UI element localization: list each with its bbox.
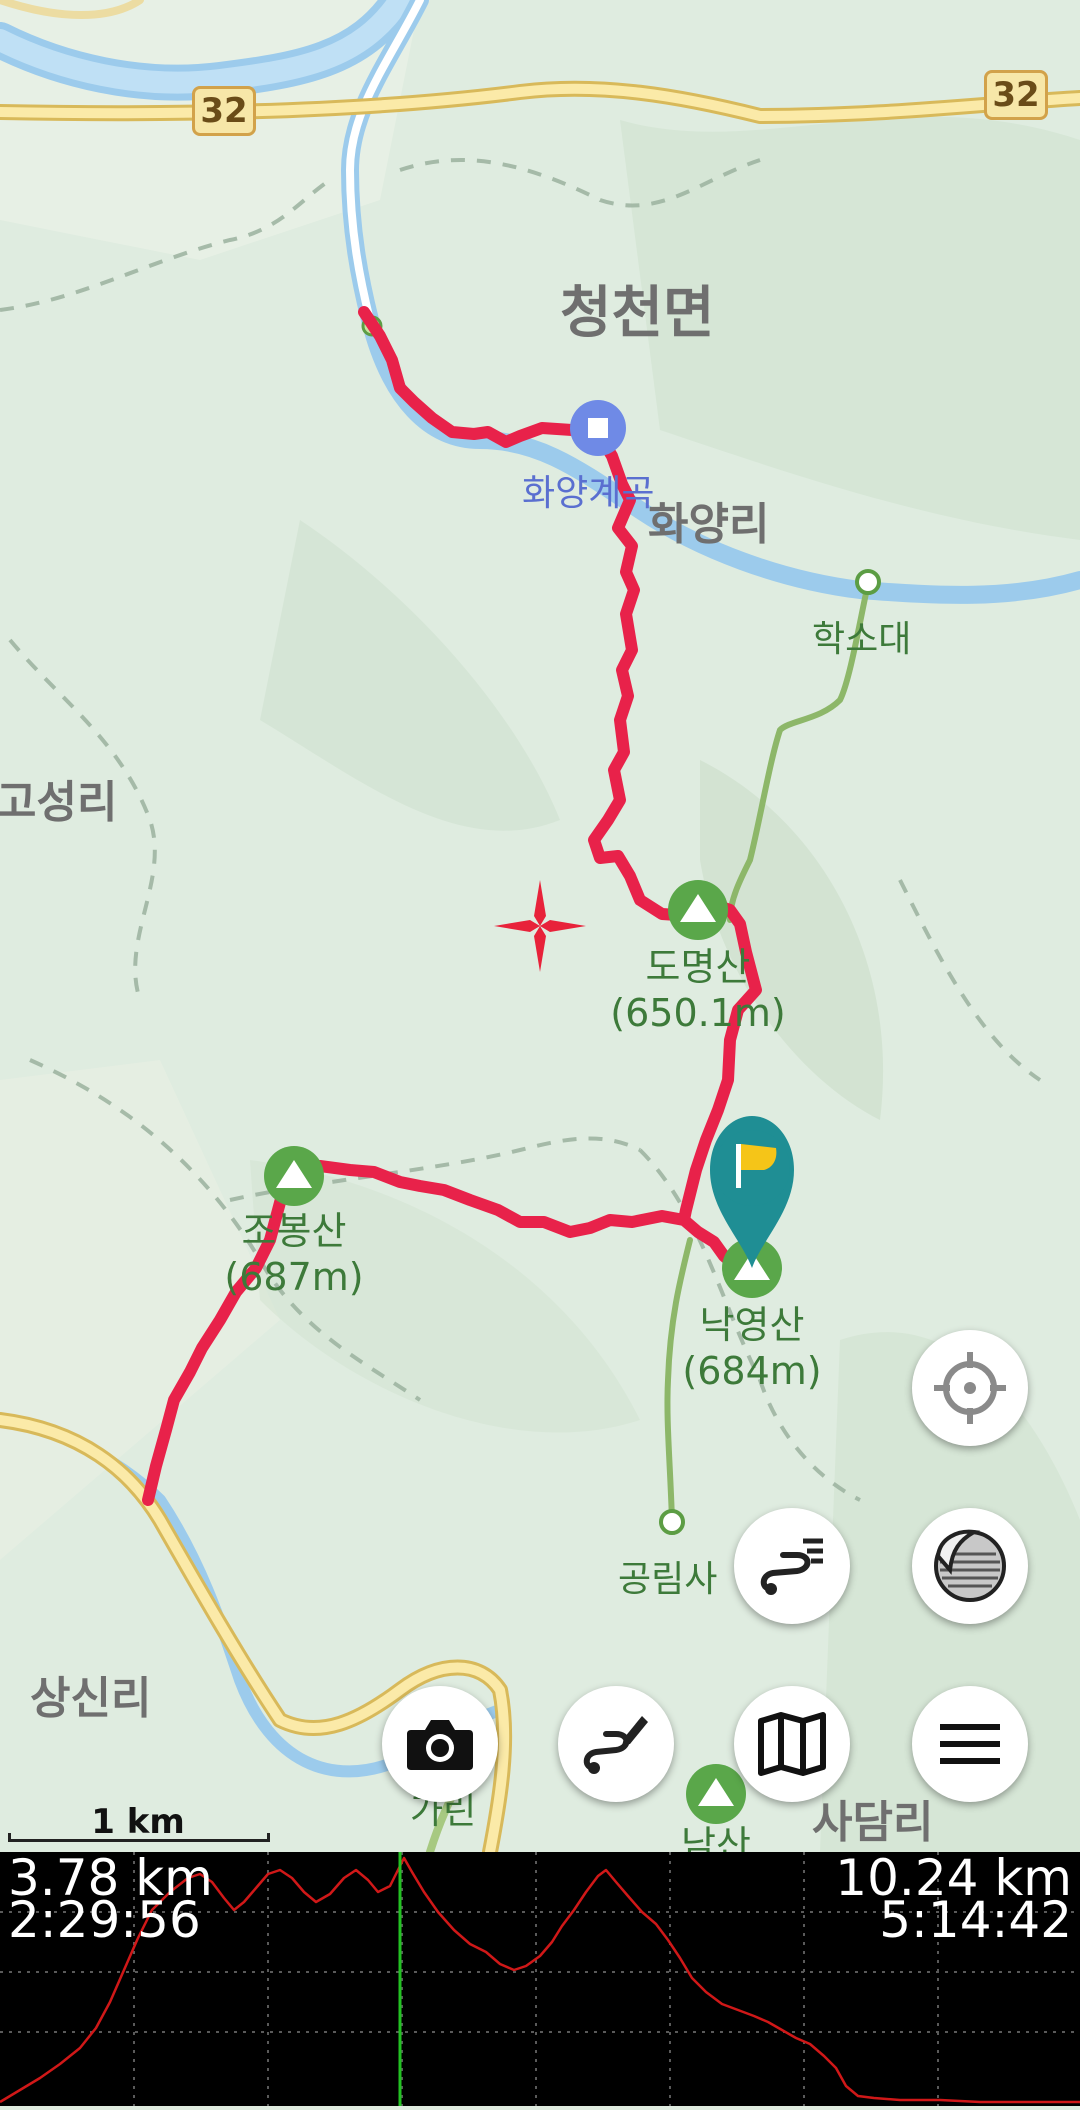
hamburger-menu-icon [940,1724,1000,1764]
map-button[interactable] [734,1686,850,1802]
place-label: 고성리 [0,777,118,828]
peak-marker-icon [668,880,728,940]
poi-label: 학소대 [812,619,912,660]
place-label: 청천면 [560,281,715,346]
map-layer-peel-icon [934,1529,1006,1602]
total-time: 5:14:42 [879,1891,1072,1949]
peak-name: 낙영산 [699,1303,805,1347]
elevation-profile-panel[interactable]: 3.78 km 2:29:56 10.24 km 5:14:42 [0,1852,1080,2106]
place-label: 화양리 [648,499,770,550]
map-layers-button[interactable] [912,1508,1028,1624]
poi-marker-icon [570,400,626,456]
place-label: 상신리 [30,1673,152,1724]
crosshair-target-icon [934,1352,1006,1424]
route-list-icon [760,1538,823,1595]
poi-label: 화양계곡 [522,473,655,514]
poi-label: 공림사 [618,1559,718,1600]
map-view[interactable]: 32 32 청천면 화양리 고성리 상신리 사담리 화양계곡 학소대 공림사 가… [0,0,1080,1867]
locate-button[interactable] [912,1330,1028,1446]
menu-button[interactable] [912,1686,1028,1802]
peak-elevation: (684m) [682,1349,822,1393]
scale-bar-line [8,1833,270,1842]
peak-label: 낙영산 (684m) [652,1302,852,1394]
road-shield: 32 [192,86,256,136]
peak-label: 조봉산 (687m) [194,1208,394,1300]
route-edit-pencil-icon [583,1716,648,1774]
map-scale-bar: 1 km [8,1802,270,1846]
place-label: 사담리 [812,1797,934,1848]
peak-label: 도명산 (650.1m) [588,944,808,1036]
peak-marker-icon [686,1764,746,1824]
peak-elevation: (687m) [224,1255,364,1299]
route-list-button[interactable] [734,1508,850,1624]
peak-elevation: (650.1m) [610,991,786,1035]
cursor-time: 2:29:56 [8,1891,201,1949]
peak-name: 도명산 [645,945,751,989]
camera-button[interactable] [382,1686,498,1802]
draw-route-button[interactable] [558,1686,674,1802]
peak-marker-icon [264,1146,324,1206]
folded-map-icon [758,1712,826,1776]
camera-icon [407,1720,473,1770]
peak-name: 조봉산 [241,1209,347,1253]
road-shield: 32 [984,70,1048,120]
